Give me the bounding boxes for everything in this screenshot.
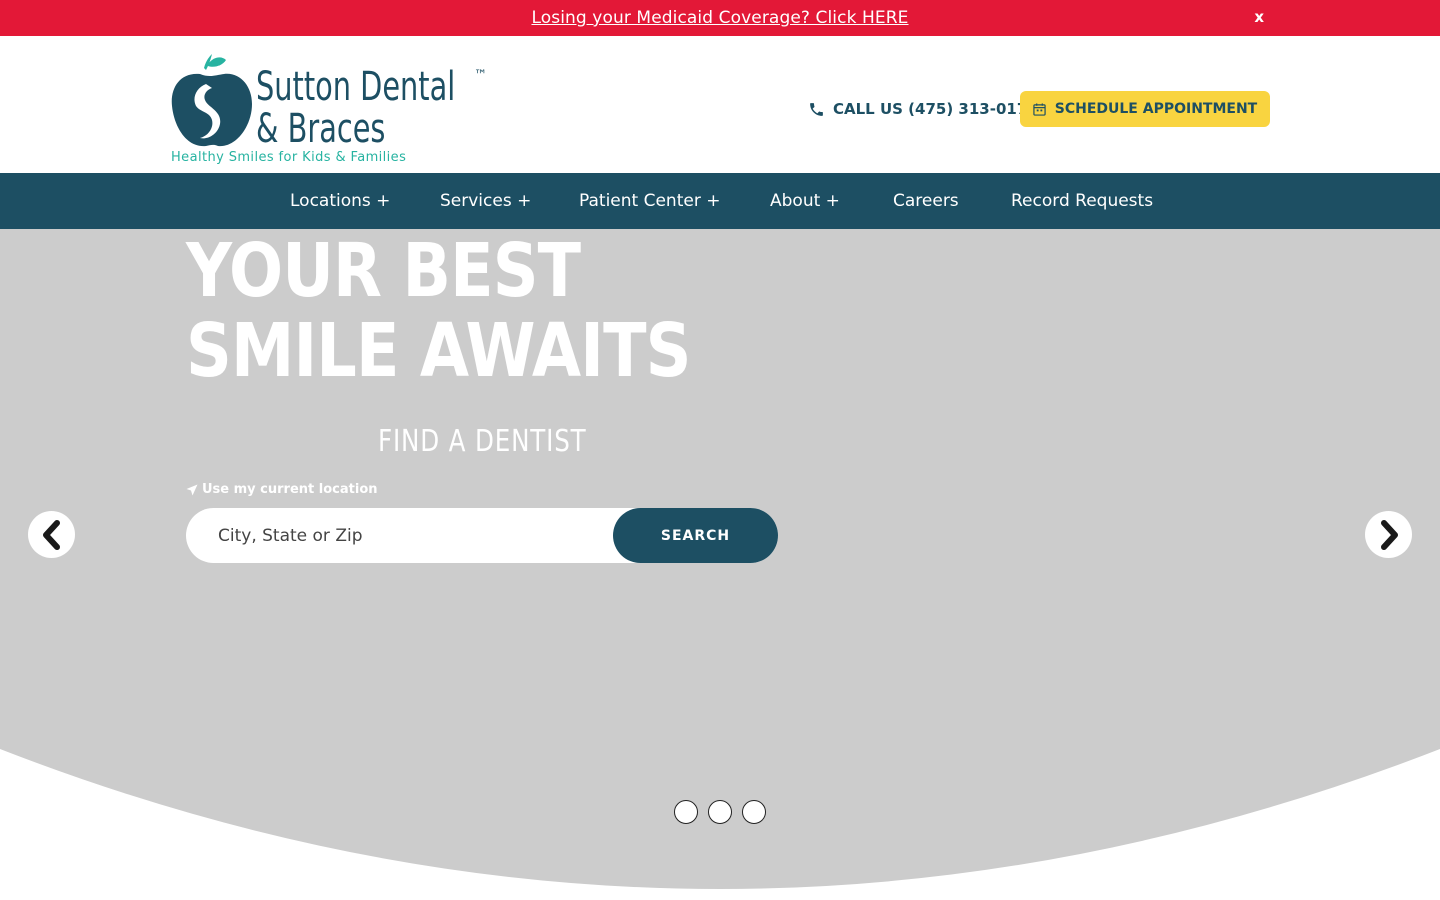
logo-tagline: Healthy Smiles for Kids & Families: [171, 150, 407, 165]
nav-item-patient-center[interactable]: Patient Center +: [579, 173, 720, 229]
nav-item-services[interactable]: Services +: [440, 173, 531, 229]
find-dentist-heading: FIND A DENTIST: [378, 424, 587, 459]
main-nav: Locations + Services + Patient Center + …: [0, 173, 1440, 229]
medicaid-alert-link[interactable]: Losing your Medicaid Coverage? Click HER…: [531, 8, 908, 28]
apple-logo-icon: [171, 54, 252, 147]
nav-item-careers[interactable]: Careers: [893, 173, 959, 229]
location-search-input[interactable]: [186, 508, 616, 563]
alert-bar: Losing your Medicaid Coverage? Click HER…: [0, 0, 1440, 36]
logo-name-line2: & Braces: [256, 106, 386, 152]
hero-title-line2: SMILE AWAITS: [186, 308, 691, 394]
site-logo[interactable]: Sutton Dental & Braces ™ Healthy Smiles …: [170, 52, 500, 167]
alert-close-button[interactable]: x: [1254, 8, 1264, 26]
nav-item-record-requests[interactable]: Record Requests: [1011, 173, 1153, 229]
slider-dot[interactable]: [708, 800, 732, 824]
nav-item-locations[interactable]: Locations +: [290, 173, 390, 229]
use-location-label: Use my current location: [202, 482, 378, 497]
calendar-icon: [1033, 102, 1046, 116]
slider-dots: [674, 800, 766, 824]
site-header: Sutton Dental & Braces ™ Healthy Smiles …: [0, 36, 1440, 173]
logo-trademark: ™: [474, 68, 487, 83]
schedule-appointment-button[interactable]: SCHEDULE APPOINTMENT: [1020, 91, 1270, 127]
chevron-left-icon: [42, 519, 60, 550]
slider-dot[interactable]: [674, 800, 698, 824]
hero-slider: YOUR BEST SMILE AWAITS FIND A DENTIST Us…: [0, 229, 1440, 900]
logo-wordmark: Sutton Dental & Braces: [256, 66, 455, 150]
location-arrow-icon: [186, 484, 198, 495]
hero-title: YOUR BEST SMILE AWAITS: [186, 231, 691, 391]
dentist-search-form: SEARCH: [186, 508, 778, 563]
call-us-label: CALL US (475) 313-0176: [833, 100, 1038, 118]
logo-name-line1: Sutton Dental: [256, 64, 456, 110]
nav-item-about[interactable]: About +: [770, 173, 840, 229]
use-current-location-link[interactable]: Use my current location: [186, 482, 378, 497]
phone-icon: [810, 102, 823, 116]
chevron-right-icon: [1380, 519, 1398, 550]
slider-dot[interactable]: [742, 800, 766, 824]
slider-prev-button[interactable]: [28, 511, 75, 558]
search-button[interactable]: SEARCH: [613, 508, 778, 563]
call-us-link[interactable]: CALL US (475) 313-0176: [808, 99, 1038, 119]
schedule-appointment-label: SCHEDULE APPOINTMENT: [1054, 101, 1258, 117]
hero-title-line1: YOUR BEST: [186, 229, 581, 314]
slider-next-button[interactable]: [1365, 511, 1412, 558]
